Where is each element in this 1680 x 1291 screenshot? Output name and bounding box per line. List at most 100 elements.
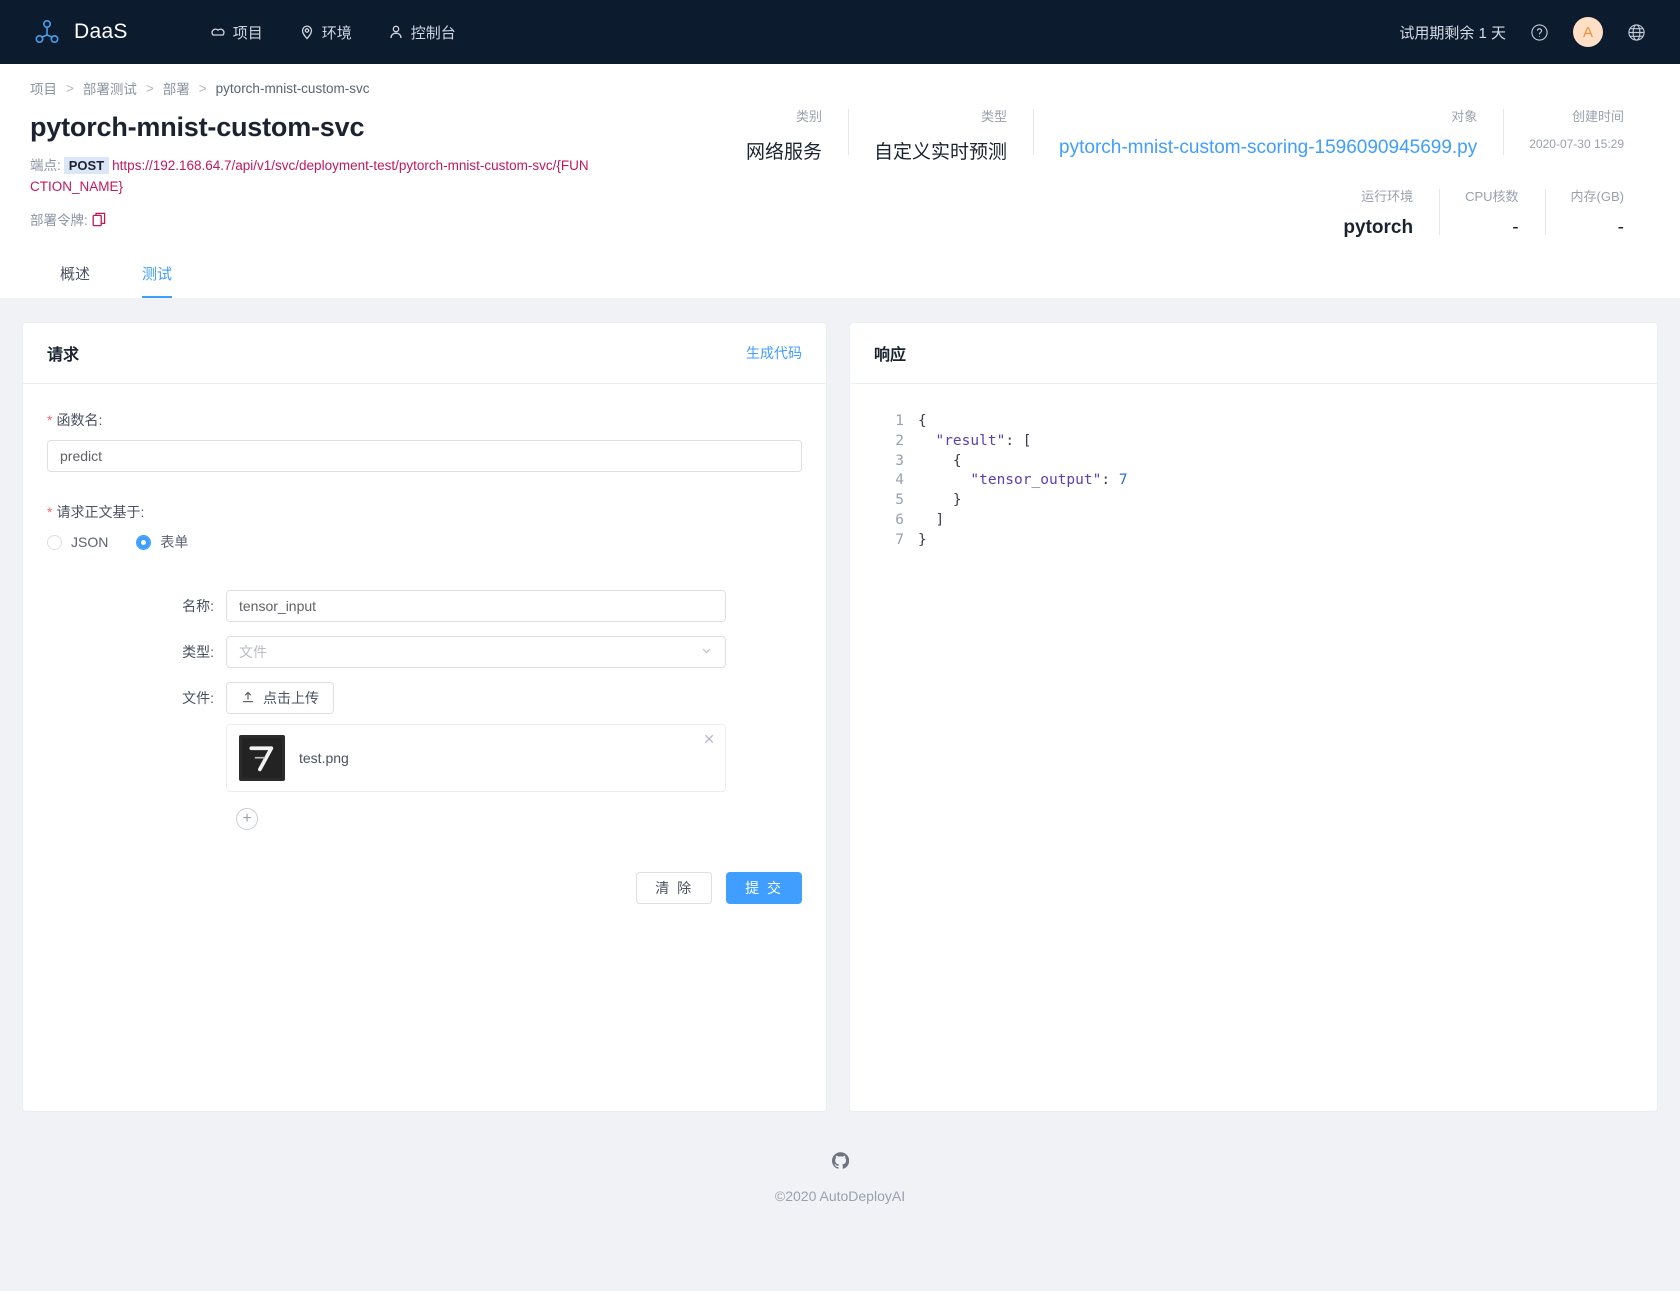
tab-bar: 概述 测试 bbox=[60, 245, 1650, 298]
endpoint-row: 端点: POST https://192.168.64.7/api/v1/svc/d… bbox=[30, 155, 590, 197]
question-circle-icon[interactable] bbox=[1530, 23, 1549, 42]
code-line: 5 } bbox=[874, 491, 1633, 511]
nav-item-projects-label: 项目 bbox=[232, 24, 263, 42]
radio-json-label: JSON bbox=[71, 534, 109, 550]
tab-overview[interactable]: 概述 bbox=[60, 263, 90, 298]
page-footer: ©2020 AutoDeployAI bbox=[0, 1112, 1680, 1228]
request-panel-header: 请求 生成代码 bbox=[23, 323, 826, 384]
function-name-label-text: 函数名: bbox=[56, 412, 103, 428]
breadcrumb-separator: > bbox=[198, 80, 207, 96]
breadcrumb-item-2[interactable]: 部署 bbox=[163, 78, 190, 98]
form-row-name: 名称: bbox=[152, 590, 802, 622]
endpoint-url[interactable]: https://192.168.64.7/api/v1/svc/deployme… bbox=[30, 158, 589, 194]
form-type-select[interactable]: 文件 bbox=[226, 636, 726, 668]
request-panel-title: 请求 bbox=[47, 347, 80, 364]
plus-circle-icon[interactable]: + bbox=[236, 808, 258, 830]
meta-type: 类型 自定义实时预测 bbox=[848, 106, 1033, 164]
line-number: 6 bbox=[895, 511, 904, 528]
request-panel: 请求 生成代码 *函数名: * 请求正文基于: JSON 表单 bbox=[22, 322, 827, 1112]
code-line: 7 } bbox=[874, 531, 1633, 551]
topnav-right-group: 试用期剩余 1 天 A bbox=[1399, 17, 1656, 47]
code-line: 6 ] bbox=[874, 511, 1633, 531]
meta-created-time: 创建时间 2020-07-30 15:29 bbox=[1503, 106, 1650, 164]
line-number: 7 bbox=[895, 531, 904, 548]
code-content: } bbox=[918, 531, 927, 548]
code-line: 3 { bbox=[874, 452, 1633, 472]
chevron-down-icon bbox=[700, 644, 713, 660]
required-marker: * bbox=[47, 412, 53, 428]
breadcrumb-item-1[interactable]: 部署测试 bbox=[83, 78, 137, 98]
tab-test-label: 测试 bbox=[142, 266, 173, 283]
meta-runtime-value: pytorch bbox=[1343, 217, 1414, 238]
generate-code-link[interactable]: 生成代码 bbox=[746, 343, 802, 363]
meta-memory: 内存(GB) - bbox=[1544, 186, 1650, 239]
form-row-type: 类型: 文件 bbox=[152, 636, 802, 668]
request-panel-body: *函数名: * 请求正文基于: JSON 表单 名称: bbox=[23, 384, 826, 928]
response-panel-title: 响应 bbox=[874, 347, 907, 364]
form-type-select-value: 文件 bbox=[239, 644, 267, 660]
avatar[interactable]: A bbox=[1573, 17, 1603, 47]
radio-json[interactable]: JSON bbox=[47, 534, 108, 550]
endpoint-label: 端点: bbox=[30, 158, 61, 173]
code-line: 4 "tensor_output": 7 bbox=[874, 471, 1633, 491]
code-line: 2 "result": [ bbox=[874, 432, 1633, 452]
form-file-label: 文件: bbox=[182, 690, 214, 706]
github-icon[interactable] bbox=[831, 1152, 849, 1169]
response-panel-header: 响应 bbox=[850, 323, 1657, 384]
location-pin-icon bbox=[299, 24, 315, 40]
breadcrumb: 项目 > 部署测试 > 部署 > pytorch-mnist-custom-sv… bbox=[30, 78, 1650, 100]
response-code-viewer: 1 { 2 "result": [ 3 { 4 "tensor_output":… bbox=[874, 384, 1633, 551]
upload-button[interactable]: 点击上传 bbox=[226, 682, 334, 714]
body-type-radio-group: JSON 表单 bbox=[47, 532, 802, 552]
code-content: } bbox=[918, 492, 962, 509]
copyright-text: ©2020 AutoDeployAI bbox=[774, 1188, 906, 1204]
code-content: "tensor_output": 7 bbox=[970, 472, 1128, 489]
radio-json-dot bbox=[47, 534, 62, 550]
nav-item-environments[interactable]: 环境 bbox=[299, 22, 352, 43]
upload-icon bbox=[241, 690, 255, 707]
function-name-input[interactable] bbox=[47, 440, 802, 472]
function-name-label: * 函数名: bbox=[47, 410, 802, 430]
form-name-input[interactable] bbox=[226, 590, 726, 622]
radio-form[interactable]: 表单 bbox=[136, 532, 188, 552]
code-content: { bbox=[918, 413, 927, 429]
tab-test[interactable]: 测试 bbox=[142, 263, 173, 298]
meta-cpu: CPU核数 - bbox=[1439, 186, 1544, 239]
clear-button[interactable]: 清 除 bbox=[636, 872, 713, 904]
tab-overview-label: 概述 bbox=[60, 266, 91, 283]
meta-category: 类别 网络服务 bbox=[698, 106, 848, 164]
breadcrumb-separator: > bbox=[66, 80, 74, 96]
breadcrumb-separator: > bbox=[145, 80, 154, 96]
form-row-file: 文件: 点击上传 test.png ✕ + bbox=[152, 682, 802, 830]
deployment-token-row: 部署令牌: bbox=[30, 209, 650, 229]
page-title: pytorch-mnist-custom-svc bbox=[30, 112, 365, 142]
nav-item-console-label: 控制台 bbox=[410, 24, 456, 42]
response-panel: 响应 1 { 2 "result": [ 3 { 4 "tensor_outpu… bbox=[849, 322, 1658, 1112]
radio-form-dot bbox=[136, 534, 152, 550]
copy-icon[interactable] bbox=[92, 212, 106, 227]
breadcrumb-item-3: pytorch-mnist-custom-svc bbox=[215, 80, 370, 96]
uploaded-file-item[interactable]: test.png ✕ bbox=[226, 724, 726, 792]
body-type-label-text: 请求正文基于: bbox=[56, 504, 145, 520]
line-number: 3 bbox=[895, 452, 904, 469]
header-meta-block: 类别 网络服务 类型 自定义实时预测 对象 pytorch-mnist-cust… bbox=[650, 100, 1650, 239]
meta-created-time-value: 2020-07-30 15:29 bbox=[1529, 137, 1624, 151]
close-icon[interactable]: ✕ bbox=[703, 732, 715, 746]
daas-logo-icon bbox=[32, 17, 62, 47]
code-content: "result": [ bbox=[935, 432, 1032, 449]
meta-memory-value: - bbox=[1617, 217, 1624, 238]
nav-item-projects[interactable]: 项目 bbox=[210, 22, 263, 43]
brand[interactable]: DaaS bbox=[32, 17, 128, 47]
globe-icon[interactable] bbox=[1627, 23, 1646, 42]
brand-name: DaaS bbox=[74, 20, 128, 43]
main-content: 请求 生成代码 *函数名: * 请求正文基于: JSON 表单 bbox=[0, 298, 1680, 1112]
line-number: 5 bbox=[895, 492, 904, 509]
breadcrumb-item-0[interactable]: 项目 bbox=[30, 78, 57, 98]
submit-button[interactable]: 提 交 bbox=[726, 872, 802, 904]
meta-cpu-label: CPU核数 bbox=[1465, 189, 1519, 204]
nav-item-environments-label: 环境 bbox=[321, 24, 352, 42]
nav-item-console[interactable]: 控制台 bbox=[388, 22, 456, 43]
code-content: ] bbox=[918, 511, 945, 528]
meta-category-value: 网络服务 bbox=[746, 142, 823, 163]
meta-object-link[interactable]: pytorch-mnist-custom-scoring-15960909456… bbox=[1059, 137, 1477, 159]
